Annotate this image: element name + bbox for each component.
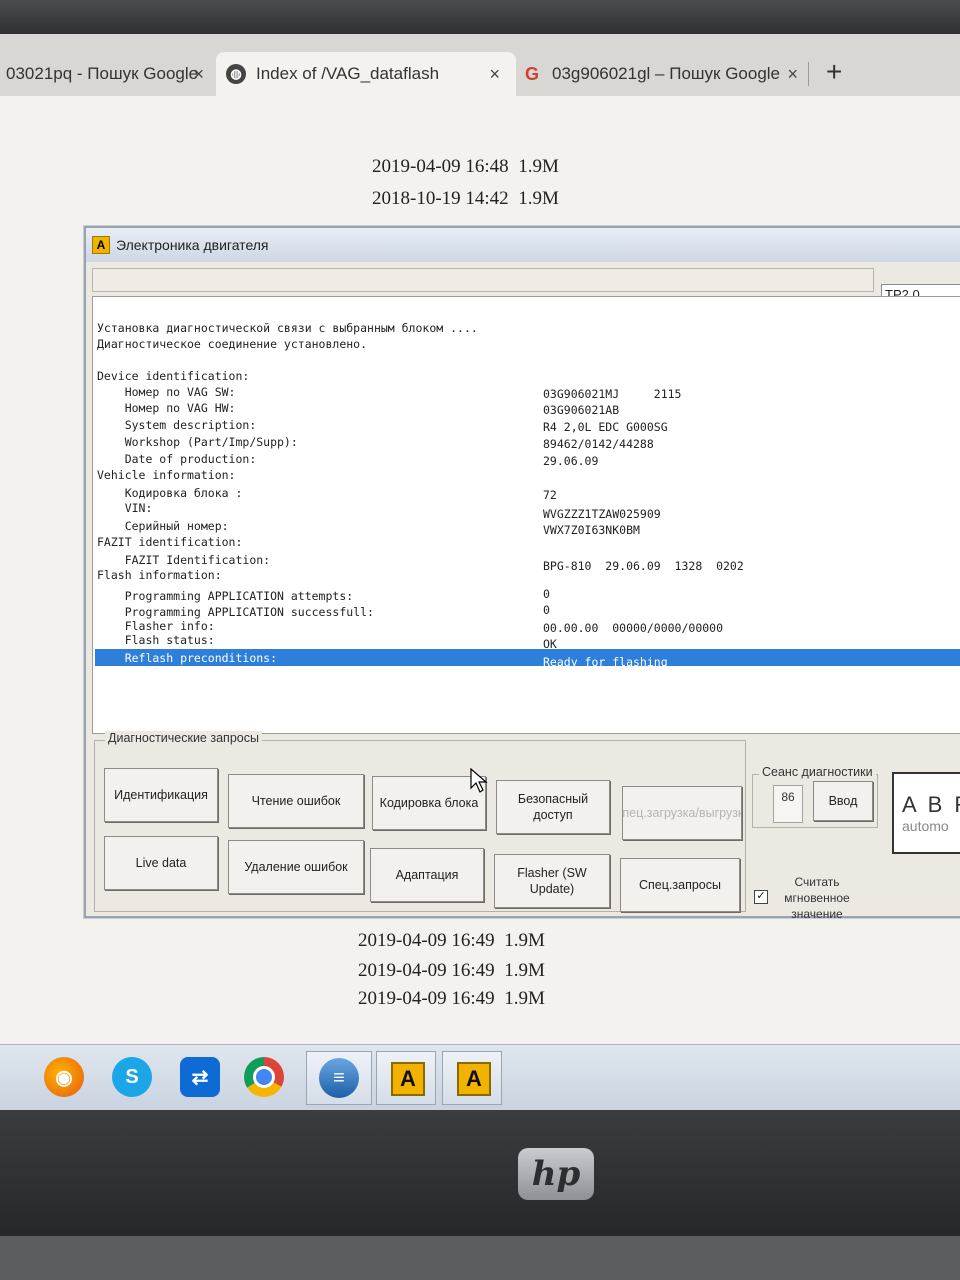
enter-button[interactable]: Ввод <box>813 781 873 821</box>
log-label: Flash status: <box>97 633 215 647</box>
session-group: Сеанс диагностики 86 Ввод <box>752 765 878 828</box>
firefox-icon[interactable]: ◉ <box>44 1057 84 1097</box>
special-upload-button[interactable]: Спец.загрузка/выгрузка <box>622 786 742 840</box>
app-icon: A <box>391 1062 425 1096</box>
app-icon: A <box>92 236 110 254</box>
tab-title: Index of /VAG_dataflash <box>256 64 440 83</box>
flasher-button[interactable]: Flasher (SW Update) <box>494 854 610 908</box>
log-value: Ready for flashing <box>543 655 668 669</box>
log-label: Flasher info: <box>97 619 215 633</box>
new-tab-button[interactable]: + <box>826 56 842 88</box>
security-access-button[interactable]: Безопасный доступ <box>496 780 610 834</box>
log-label: Кодировка блока : <box>97 486 243 500</box>
log-label: Vehicle information: <box>97 468 236 482</box>
instant-value-checkbox[interactable]: ✓ <box>754 890 768 904</box>
hp-logo: hp <box>518 1148 594 1200</box>
log-label: Номер по VAG HW: <box>97 401 236 415</box>
browser-tabstrip: 03021pq - Пошук Google × ◍ Index of /VAG… <box>0 34 960 96</box>
log-value: 72 <box>543 488 557 502</box>
log-value: 00.00.00 00000/0000/00000 <box>543 621 724 635</box>
window-titlebar[interactable]: A Электроника двигателя <box>86 228 960 262</box>
google-icon: G <box>524 63 539 84</box>
log-label: Programming APPLICATION attempts: <box>97 589 354 603</box>
log-value: WVGZZZ1TZAW025909 <box>543 507 661 521</box>
listing-row[interactable]: 2018-10-19 14:42 1.9M <box>372 188 559 210</box>
group-label: Диагностические запросы <box>105 731 262 745</box>
listing-row[interactable]: 2019-04-09 16:49 1.9M <box>358 960 545 982</box>
tab-google-search-1[interactable]: 03021pq - Пошук Google × <box>0 52 220 96</box>
mouse-cursor-icon <box>470 767 488 799</box>
tab-title: 03021pq - Пошук Google <box>6 64 199 83</box>
listing-row[interactable]: 2019-04-09 16:49 1.9M <box>358 930 545 952</box>
abr-logo: A B R automo <box>892 772 960 854</box>
special-requests-button[interactable]: Спец.запросы <box>620 858 740 912</box>
log-value: 89462/0142/44288 <box>543 437 654 451</box>
teamviewer-icon[interactable]: ⇄ <box>180 1057 220 1097</box>
log-label: Workshop (Part/Imp/Supp): <box>97 435 298 449</box>
desk-surface <box>0 1236 960 1280</box>
session-label: Сеанс диагностики <box>759 765 876 779</box>
monitor-top-bezel <box>0 0 960 34</box>
identification-button[interactable]: Идентификация <box>104 768 218 822</box>
log-label: Серийный номер: <box>97 519 229 533</box>
log-label: Reflash preconditions: <box>97 651 278 665</box>
taskbar-app-abr-2[interactable]: A <box>442 1051 502 1105</box>
taskbar: ◉ S ⇄ ≡ A A <box>0 1044 960 1111</box>
log-value: 03G906021MJ 2115 <box>543 387 682 401</box>
log-value: 0 <box>543 603 550 617</box>
taskbar-app-abr-1[interactable]: A <box>376 1051 436 1105</box>
tab-google-search-2[interactable]: G 03g906021gl – Пошук Google × <box>512 52 814 96</box>
log-label: Device identification: <box>97 369 250 383</box>
log-label: Flash information: <box>97 568 222 582</box>
close-icon[interactable]: × <box>489 64 500 85</box>
skype-icon[interactable]: S <box>112 1057 152 1097</box>
globe-icon: ◍ <box>226 64 246 84</box>
close-icon[interactable]: × <box>787 64 798 85</box>
log-label: FAZIT Identification: <box>97 553 271 567</box>
close-icon[interactable]: × <box>193 64 204 85</box>
window-title: Электроника двигателя <box>116 237 269 253</box>
tab-title: 03g906021gl – Пошук Google <box>552 64 781 83</box>
chrome-icon[interactable] <box>244 1057 284 1097</box>
log-label: VIN: <box>97 501 153 515</box>
live-data-button[interactable]: Live data <box>104 836 218 890</box>
clear-faults-button[interactable]: Удаление ошибок <box>228 840 364 894</box>
log-value: 29.06.09 <box>543 454 599 468</box>
app-icon: A <box>457 1062 491 1096</box>
coding-button[interactable]: Кодировка блока <box>372 776 486 830</box>
log-value: VWX7Z0I63NK0BM <box>543 523 640 537</box>
read-faults-button[interactable]: Чтение ошибок <box>228 774 364 828</box>
diagnostic-log[interactable]: Установка диагностической связи с выбран… <box>92 296 960 734</box>
log-label: Programming APPLICATION successfull: <box>97 605 374 619</box>
ie-icon: ≡ <box>319 1058 359 1098</box>
log-value: 03G906021AB <box>543 403 620 417</box>
log-value: R4 2,0L EDC G000SG <box>543 420 668 434</box>
log-value: OK <box>543 637 557 651</box>
tab-vag-dataflash[interactable]: ◍ Index of /VAG_dataflash × <box>216 52 516 96</box>
listing-row[interactable]: 2019-04-09 16:48 1.9M <box>372 156 559 178</box>
log-label: System description: <box>97 418 257 432</box>
log-label: Date of production: <box>97 452 257 466</box>
session-input[interactable]: 86 <box>773 785 803 823</box>
log-label: Номер по VAG SW: <box>97 385 236 399</box>
log-label: FAZIT identification: <box>97 535 243 549</box>
log-label: Диагностическое соединение установлено. <box>97 337 368 351</box>
log-label: Установка диагностической связи с выбран… <box>97 321 478 335</box>
instant-value-label: Считать мгновенное значение <box>784 875 850 921</box>
log-value: BPG-810 29.06.09 1328 0202 <box>543 559 744 573</box>
engine-electronics-window: A Электроника двигателя TP2.0 Установка … <box>84 226 960 921</box>
tab-separator <box>808 62 809 86</box>
log-value: 0 <box>543 587 550 601</box>
taskbar-app-ie[interactable]: ≡ <box>306 1051 372 1105</box>
status-field <box>92 268 874 292</box>
adaptation-button[interactable]: Адаптация <box>370 848 484 902</box>
listing-row[interactable]: 2019-04-09 16:49 1.9M <box>358 988 545 1010</box>
